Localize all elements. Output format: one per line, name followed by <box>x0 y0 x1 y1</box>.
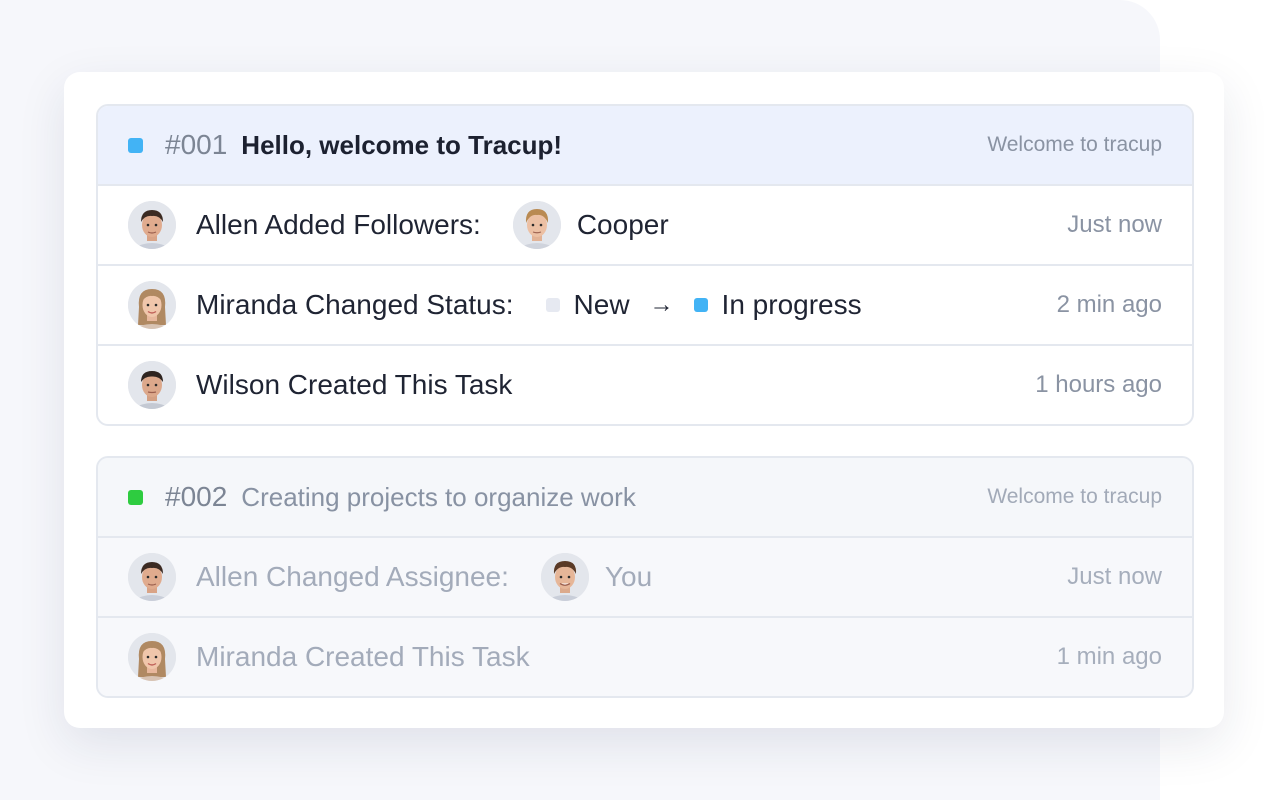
task-header[interactable]: #002 Creating projects to organize work … <box>98 458 1192 538</box>
activity-row: Allen Added Followers: Cooper Just now <box>98 186 1192 266</box>
activity-text: Allen Changed Assignee: <box>196 561 509 592</box>
task-title[interactable]: Hello, welcome to Tracup! <box>241 130 562 161</box>
status-change: New → In progress <box>545 289 862 321</box>
project-name[interactable]: Welcome to tracup <box>987 133 1162 157</box>
status-new-icon <box>545 298 560 312</box>
target-user-name[interactable]: You <box>605 561 652 593</box>
activity-row: Miranda Created This Task 1 min ago <box>98 618 1192 696</box>
avatar-allen[interactable] <box>128 201 176 249</box>
activity-text: Wilson Created This Task <box>196 369 513 400</box>
task-card-001[interactable]: #001 Hello, welcome to Tracup! Welcome t… <box>96 104 1194 426</box>
status-from: New <box>573 289 630 320</box>
target-user-name[interactable]: Cooper <box>577 209 669 241</box>
avatar-allen[interactable] <box>128 553 176 601</box>
task-title[interactable]: Creating projects to organize work <box>241 482 636 513</box>
activity-row: Miranda Changed Status: New → In progres… <box>98 266 1192 346</box>
task-number: #001 <box>165 129 228 160</box>
arrow-right-icon: → <box>649 291 674 318</box>
status-to: In progress <box>721 289 862 320</box>
activity-row: Allen Changed Assignee: You Just now <box>98 538 1192 618</box>
activity-row: Wilson Created This Task 1 hours ago <box>98 346 1192 424</box>
status-square-icon <box>128 489 143 505</box>
activity-text: Allen Added Followers: <box>196 209 481 240</box>
avatar-cooper[interactable] <box>512 201 561 249</box>
activity-time: Just now <box>1067 563 1162 590</box>
avatar-you[interactable] <box>540 553 589 601</box>
activity-time: Just now <box>1067 211 1162 238</box>
activity-time: 1 min ago <box>1056 643 1162 670</box>
task-header[interactable]: #001 Hello, welcome to Tracup! Welcome t… <box>98 106 1192 186</box>
avatar-wilson[interactable] <box>128 361 176 409</box>
status-in-progress-icon <box>693 298 708 312</box>
activity-card: #001 Hello, welcome to Tracup! Welcome t… <box>64 72 1224 728</box>
status-square-icon <box>128 137 143 153</box>
activity-time: 1 hours ago <box>1035 371 1162 398</box>
activity-time: 2 min ago <box>1056 291 1162 318</box>
activity-text: Miranda Changed Status: <box>196 289 514 320</box>
task-number: #002 <box>165 481 228 512</box>
avatar-miranda[interactable] <box>128 281 176 329</box>
activity-text: Miranda Created This Task <box>196 641 530 672</box>
avatar-miranda[interactable] <box>128 633 176 681</box>
task-card-002[interactable]: #002 Creating projects to organize work … <box>96 456 1194 698</box>
project-name[interactable]: Welcome to tracup <box>987 485 1162 509</box>
